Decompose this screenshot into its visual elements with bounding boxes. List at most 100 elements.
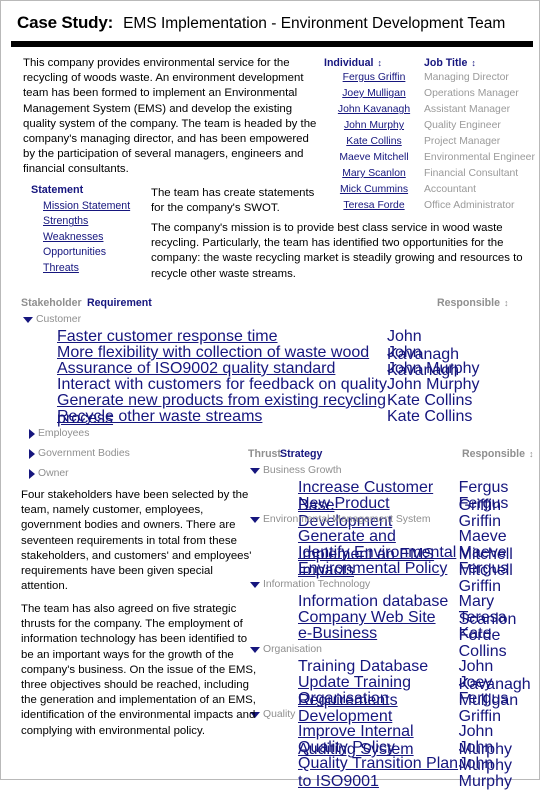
job-title-cell: Project Manager <box>424 136 501 147</box>
triangle-right-icon[interactable] <box>29 449 35 459</box>
stakeholder-group-row[interactable]: Customer <box>21 311 533 328</box>
people-table-header: Individual ↕ Job Title ↕ <box>324 57 538 69</box>
sort-updown-icon[interactable]: ↕ <box>471 59 476 68</box>
column-header-requirement-label: Requirement <box>87 297 152 309</box>
statement-link[interactable]: Threats <box>43 262 79 274</box>
table-row: Improve Internal Auditing System John Mur… <box>248 723 536 758</box>
table-row: New Product Development Fergus Griffin <box>248 495 536 530</box>
requirement-link[interactable]: Faster customer response time <box>57 328 278 345</box>
case-study-page: Case Study: EMS Implementation - Environ… <box>0 0 540 790</box>
strategy-link[interactable]: Quality Transition Plan to ISO9001 <box>298 755 458 790</box>
individual-cell: Mary Scanlon <box>324 168 424 179</box>
individual-job-title-table: Individual ↕ Job Title ↕ Fergus Griffin M… <box>324 57 538 216</box>
individual-cell: Fergus Griffin <box>324 72 424 83</box>
column-header-responsible-label: Responsible <box>462 448 525 460</box>
column-header-thrust[interactable]: Thrust <box>248 448 281 460</box>
strategy-link[interactable]: e-Business <box>298 625 377 642</box>
column-header-individual[interactable]: Individual ↕ <box>324 57 424 69</box>
stakeholder-group-label: Customer <box>36 313 82 325</box>
thrust-table-body: Business Growth Increase Customer Base Fer… <box>248 462 536 790</box>
strategy-cell: e-Business <box>248 625 459 643</box>
strategy-link[interactable]: Training Database <box>298 658 428 675</box>
individual-link[interactable]: Mary Scanlon <box>342 168 406 179</box>
column-header-requirement[interactable]: Requirement <box>87 297 437 309</box>
strategy-link[interactable]: Organisation Development <box>298 690 392 725</box>
table-row: Increase Customer Base Fergus Griffin <box>248 479 536 514</box>
triangle-down-icon[interactable] <box>250 516 260 523</box>
table-row: Assurance of ISO9002 quality standard Joh… <box>21 360 533 377</box>
table-row: Company Web Site Teresa Forde <box>248 609 536 644</box>
individual-link[interactable]: Teresa Forde <box>343 200 404 211</box>
individual-link[interactable]: Fergus Griffin <box>343 72 406 83</box>
strategy-link[interactable]: Quality Policy <box>298 739 395 756</box>
column-header-strategy-label: Strategy <box>280 448 323 460</box>
triangle-right-icon[interactable] <box>29 429 35 439</box>
responsible-cell: John Murphy <box>458 755 512 790</box>
column-header-job-title[interactable]: Job Title ↕ <box>424 57 476 69</box>
responsible-cell: Fergus Griffin <box>458 495 509 530</box>
table-row: Quality Transition Plan to ISO9001 John M… <box>248 755 536 790</box>
requirement-link[interactable]: Assurance of ISO9002 quality standard <box>57 360 335 377</box>
requirement-link[interactable]: Recycle other waste streams <box>57 408 262 425</box>
individual-link[interactable]: John Kavanagh <box>338 104 410 115</box>
job-title-cell: Assistant Manager <box>424 104 511 115</box>
table-row: John Kavanagh Assistant Manager <box>324 104 538 120</box>
sort-updown-icon[interactable]: ↕ <box>529 450 534 459</box>
column-header-strategy[interactable]: Strategy <box>280 448 462 460</box>
column-header-responsible[interactable]: Responsible ↕ <box>437 297 533 309</box>
table-row: Mary Scanlon Financial Consultant <box>324 168 538 184</box>
statement-item: Weaknesses <box>31 230 146 245</box>
statement-item: Opportunities <box>31 245 146 260</box>
individual-cell: John Murphy <box>324 120 424 131</box>
stakeholder-group-label: Owner <box>38 468 69 480</box>
triangle-down-icon[interactable] <box>250 581 260 588</box>
strategy-link[interactable]: Company Web Site <box>298 609 436 626</box>
requirement-cell: Recycle other waste streams <box>21 408 387 426</box>
individual-cell: Maeve Mitchell <box>324 152 424 163</box>
stakeholders-paragraph: Four stakeholders have been selected by … <box>21 489 252 593</box>
stakeholder-table-header: Stakeholder Requirement Responsible ↕ <box>21 297 533 309</box>
statement-link[interactable]: Strengths <box>43 215 88 227</box>
page-title-label: Case Study: <box>17 13 114 32</box>
table-row: Maeve Mitchell Environmental Engineer <box>324 152 538 168</box>
statement-link[interactable]: Opportunities <box>43 246 106 258</box>
triangle-down-icon[interactable] <box>23 316 33 323</box>
sort-updown-icon[interactable]: ↕ <box>377 59 382 68</box>
individual-link[interactable]: Mick Cummins <box>340 184 408 195</box>
strategy-link[interactable]: Environmental Policy <box>298 560 447 577</box>
strategy-link[interactable]: Information database <box>298 593 448 610</box>
sort-updown-icon[interactable]: ↕ <box>504 299 509 308</box>
triangle-down-icon[interactable] <box>250 467 260 474</box>
thrust-group-row[interactable]: Business Growth <box>248 462 536 479</box>
thrust-table-header: Thrust Strategy Responsible ↕ <box>248 448 536 460</box>
requirement-link[interactable]: Interact with customers for feedback on … <box>57 376 387 393</box>
individual-link[interactable]: John Murphy <box>344 120 404 131</box>
individual-link[interactable]: Joey Mulligan <box>342 88 406 99</box>
statement-link[interactable]: Weaknesses <box>43 231 103 243</box>
table-row: Mick Cummins Accountant <box>324 184 538 200</box>
table-row: Identify Environmental Impacts Maeve Mitc… <box>248 544 536 579</box>
mission-paragraph: The company's mission is to provide best… <box>151 222 523 280</box>
table-row: Faster customer response time John Kavana… <box>21 328 533 363</box>
requirement-link[interactable]: More flexibility with collection of wast… <box>57 344 369 361</box>
column-header-thrust-label: Thrust <box>248 448 281 460</box>
strategy-cell: Quality Transition Plan to ISO9001 <box>248 755 459 791</box>
individual-cell: Teresa Forde <box>324 200 424 211</box>
thrust-group-label: Quality <box>263 708 296 720</box>
individual-link[interactable]: Maeve Mitchell <box>339 152 408 163</box>
column-header-stakeholder[interactable]: Stakeholder <box>21 297 87 309</box>
table-row: Training Database John Kavanagh <box>248 658 536 693</box>
column-header-responsible[interactable]: Responsible ↕ <box>462 448 536 460</box>
job-title-cell: Accountant <box>424 184 476 195</box>
intro-paragraph: This company provides environmental serv… <box>23 57 317 176</box>
table-row: Generate new products from existing recy… <box>21 392 533 427</box>
individual-link[interactable]: Kate Collins <box>346 136 401 147</box>
triangle-right-icon[interactable] <box>29 469 35 479</box>
page-title: Case Study: EMS Implementation - Environ… <box>17 13 529 39</box>
page-title-text: EMS Implementation - Environment Develop… <box>123 15 506 32</box>
table-row: Kate Collins Project Manager <box>324 136 538 152</box>
table-row: Recycle other waste streams Kate Collins <box>21 408 533 426</box>
statement-link[interactable]: Mission Statement <box>43 200 130 212</box>
title-divider <box>11 41 533 47</box>
statement-item: Threats <box>31 261 146 276</box>
